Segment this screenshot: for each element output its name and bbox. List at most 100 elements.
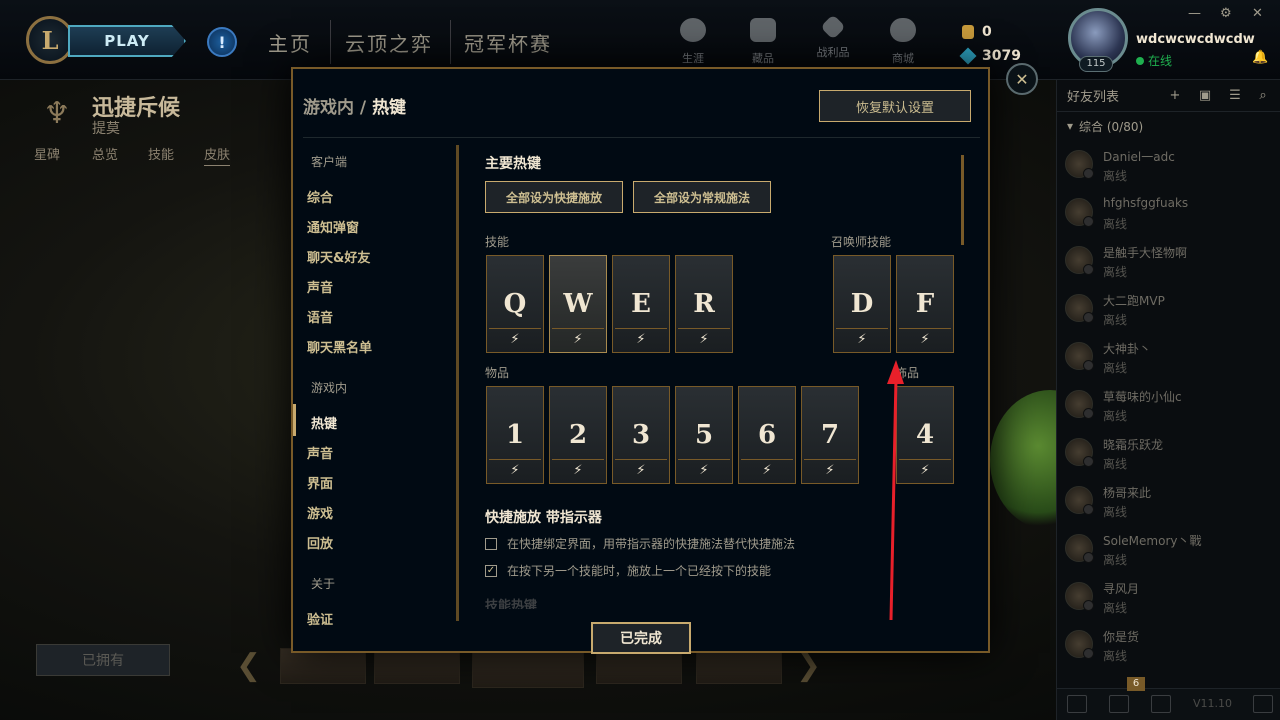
career-button[interactable]: 生涯 (664, 18, 722, 66)
sidebar-scrollbar[interactable] (456, 145, 459, 621)
play-button[interactable]: PLAY (68, 25, 186, 57)
checkbox-unchecked[interactable] (485, 537, 497, 550)
hotkey-item-2[interactable]: 2 ⚡ (549, 386, 607, 484)
rp-icon (962, 25, 974, 39)
friends-group-header[interactable]: ▾ 综合 (0/80) (1057, 112, 1280, 140)
friend-list-item[interactable]: 寻风月 离线 (1057, 572, 1280, 620)
voice-icon[interactable] (1151, 695, 1171, 713)
friend-avatar (1065, 438, 1094, 467)
quickcast-icon[interactable]: ⚡ (552, 459, 604, 481)
hotkey-item-1[interactable]: 1 ⚡ (486, 386, 544, 484)
help-icon[interactable] (1253, 695, 1273, 713)
nav-tab-clash[interactable]: 冠军杯赛 (464, 28, 552, 57)
option-cast-previous[interactable]: ✓ 在按下另一个技能时，施放上一个已经按下的技能 (485, 562, 771, 579)
sidebar-item-interface[interactable]: 界面 (307, 473, 333, 492)
hotkey-r[interactable]: R ⚡ (675, 255, 733, 353)
tab-abilities[interactable]: 技能 (148, 144, 174, 163)
nav-tab-tft[interactable]: 云顶之弈 (345, 28, 433, 57)
friend-list-item[interactable]: 是触手大怪物啊 离线 (1057, 236, 1280, 284)
sidebar-item-game[interactable]: 游戏 (307, 503, 333, 522)
close-window-icon[interactable]: ✕ (1252, 6, 1263, 21)
missions-icon[interactable] (1109, 695, 1129, 713)
loot-button[interactable]: 战利品 (804, 14, 862, 60)
done-button[interactable]: 已完成 (591, 622, 691, 654)
checkbox-checked[interactable]: ✓ (485, 564, 497, 577)
sidebar-item-blocklist[interactable]: 聊天黑名单 (307, 337, 372, 356)
search-icon[interactable]: ⌕ (1255, 89, 1271, 103)
chevron-left-icon[interactable]: ❮ (236, 648, 261, 683)
hotkey-item-5[interactable]: 5 ⚡ (675, 386, 733, 484)
set-all-quickcast-button[interactable]: 全部设为快捷施放 (485, 181, 623, 213)
add-friend-icon[interactable]: + (1167, 89, 1183, 103)
quickcast-icon[interactable]: ⚡ (741, 459, 793, 481)
tab-overview[interactable]: 总览 (92, 144, 118, 163)
restore-defaults-button[interactable]: 恢复默认设置 (819, 90, 971, 122)
skin-thumbnail[interactable] (280, 648, 366, 684)
gear-icon[interactable]: ⚙ (1220, 6, 1232, 21)
league-logo-icon[interactable]: L (26, 16, 74, 64)
minimize-icon[interactable]: — (1188, 6, 1201, 21)
list-icon[interactable]: ☰ (1227, 89, 1243, 103)
chevron-right-icon[interactable]: ❯ (796, 648, 821, 683)
friend-list-item[interactable]: Daniel一adc 离线 (1057, 140, 1280, 188)
notification-bell-icon[interactable]: 🔔 (1252, 50, 1268, 65)
hotkey-d[interactable]: D ⚡ (833, 255, 891, 353)
friend-list-item[interactable]: SoleMemory丶戰 离线 (1057, 524, 1280, 572)
currency-display[interactable]: 0 3079 (959, 20, 1021, 68)
tab-runes[interactable]: 星碑 (34, 144, 60, 163)
friend-avatar (1065, 294, 1094, 323)
sidebar-item-hotkeys[interactable]: 热键 (311, 413, 337, 432)
nav-tab-home[interactable]: 主页 (268, 28, 312, 57)
tab-skins[interactable]: 皮肤 (204, 144, 231, 166)
hotkey-item-6[interactable]: 6 ⚡ (738, 386, 796, 484)
quickcast-icon[interactable]: ⚡ (899, 328, 951, 350)
sidebar-item-chat-friends[interactable]: 聊天&好友 (307, 247, 370, 266)
set-all-normal-cast-button[interactable]: 全部设为常规施法 (633, 181, 771, 213)
friend-list-item[interactable]: 杨哥来此 离线 (1057, 476, 1280, 524)
quickcast-icon[interactable]: ⚡ (489, 328, 541, 350)
hotkey-q[interactable]: Q ⚡ (486, 255, 544, 353)
friend-list-item[interactable]: 大神卦丶 离线 (1057, 332, 1280, 380)
content-scrollbar[interactable] (961, 155, 964, 245)
sidebar-item-replays[interactable]: 回放 (307, 533, 333, 552)
username[interactable]: wdcwcwcdwcdw (1136, 32, 1255, 47)
hotkey-f[interactable]: F ⚡ (896, 255, 954, 353)
friend-list-item[interactable]: 晓霜乐跃龙 离线 (1057, 428, 1280, 476)
quickcast-icon[interactable]: ⚡ (615, 328, 667, 350)
sidebar-item-ingame-sound[interactable]: 声音 (307, 443, 333, 462)
hotkey-item-3[interactable]: 3 ⚡ (612, 386, 670, 484)
hotkey-item-7[interactable]: 7 ⚡ (801, 386, 859, 484)
hotkey-w[interactable]: W ⚡ (549, 255, 607, 353)
skin-thumbnail[interactable] (374, 648, 460, 684)
sidebar-item-general[interactable]: 综合 (307, 187, 333, 206)
friend-list-item[interactable]: 草莓味的小仙c 离线 (1057, 380, 1280, 428)
collection-button[interactable]: 藏品 (734, 18, 792, 66)
friend-list-item[interactable]: 大二跑MVP 离线 (1057, 284, 1280, 332)
add-folder-icon[interactable]: ▣ (1197, 89, 1213, 103)
quickcast-icon[interactable]: ⚡ (804, 459, 856, 481)
friend-avatar (1065, 150, 1094, 179)
chat-icon[interactable] (1067, 695, 1087, 713)
close-icon[interactable]: ✕ (1006, 63, 1038, 95)
sidebar-item-sound[interactable]: 声音 (307, 277, 333, 296)
option-replace-quickcast[interactable]: 在快捷绑定界面，用带指示器的快捷施法替代快捷施法 (485, 535, 795, 552)
skin-thumbnail[interactable] (696, 648, 782, 684)
friend-list-item[interactable]: hfghsfggfuaks 离线 (1057, 188, 1280, 236)
alert-icon[interactable]: ! (207, 27, 237, 57)
quickcast-icon[interactable]: ⚡ (678, 459, 730, 481)
sidebar-item-verification[interactable]: 验证 (307, 609, 333, 628)
sidebar-item-notifications[interactable]: 通知弹窗 (307, 217, 359, 236)
status-label: 在线 (1148, 54, 1173, 68)
champion-header: ♆ 迅捷斥候 提莫 星碑 总览 技能 皮肤 (0, 80, 292, 170)
online-status[interactable]: 在线 (1136, 52, 1172, 69)
quickcast-icon[interactable]: ⚡ (552, 328, 604, 350)
quickcast-icon[interactable]: ⚡ (615, 459, 667, 481)
quickcast-icon[interactable]: ⚡ (836, 328, 888, 350)
quickcast-icon[interactable]: ⚡ (678, 328, 730, 350)
owned-button[interactable]: 已拥有 (36, 644, 170, 676)
sidebar-item-voice[interactable]: 语音 (307, 307, 333, 326)
store-button[interactable]: 商城 (874, 18, 932, 66)
friend-list-item[interactable]: 你是货 离线 (1057, 620, 1280, 668)
quickcast-icon[interactable]: ⚡ (489, 459, 541, 481)
hotkey-e[interactable]: E ⚡ (612, 255, 670, 353)
